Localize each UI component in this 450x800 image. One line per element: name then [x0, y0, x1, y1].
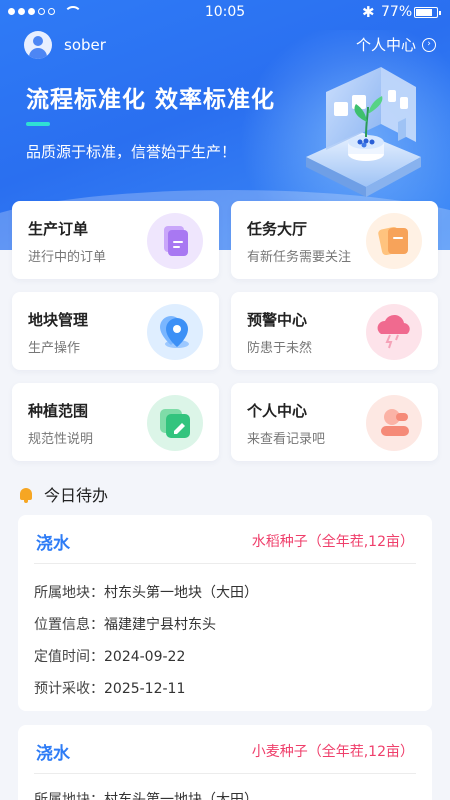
- menu-card-field-management[interactable]: 地块管理 生产操作: [12, 292, 219, 370]
- avatar[interactable]: [24, 31, 52, 59]
- todo-task-card[interactable]: 浇水 水稻种子（全年茬,12亩） 所属地块：村东头第一地块（大田） 位置信息：福…: [18, 515, 432, 711]
- task-planted-row: 定值时间：2024-09-22: [34, 649, 186, 665]
- username: sober: [64, 36, 106, 54]
- edit-note-icon: [147, 395, 203, 451]
- card-subtitle: 规范性说明: [28, 432, 94, 447]
- menu-card-task-hall[interactable]: 任务大厅 有新任务需要关注: [231, 201, 438, 279]
- card-subtitle: 有新任务需要关注: [247, 250, 352, 265]
- isometric-lab-illustration: [306, 67, 421, 197]
- order-icon: [147, 213, 203, 269]
- card-title: 个人中心: [247, 402, 308, 420]
- user-icon: [366, 395, 422, 451]
- card-title: 生产订单: [28, 220, 89, 238]
- personal-center-link[interactable]: 个人中心 ›: [356, 34, 436, 55]
- slogan: 品质源于标准，信誉始于生产！: [26, 143, 237, 161]
- card-title: 任务大厅: [247, 220, 308, 238]
- task-name: 浇水: [36, 534, 70, 554]
- menu-card-warning-center[interactable]: 预警中心 防患于未然: [231, 292, 438, 370]
- card-title: 预警中心: [247, 311, 308, 329]
- battery-icon: [414, 7, 441, 18]
- task-seed: 小麦种子（全年茬,12亩）: [251, 744, 414, 760]
- status-bar: 10:05 ✱ 77%: [0, 0, 450, 26]
- cloud-alert-icon: [366, 304, 422, 360]
- headline-accent: [26, 122, 50, 126]
- card-title: 种植范围: [28, 402, 89, 420]
- task-seed: 水稻种子（全年茬,12亩）: [251, 534, 414, 550]
- task-harvest-row: 预计采收：2025-12-11: [34, 681, 186, 697]
- card-subtitle: 来查看记录吧: [247, 432, 326, 447]
- todo-task-card[interactable]: 浇水 小麦种子（全年茬,12亩） 所属地块：村东头第一地块（大田）: [18, 725, 432, 800]
- task-name: 浇水: [36, 744, 70, 764]
- menu-card-personal-center[interactable]: 个人中心 来查看记录吧: [231, 383, 438, 461]
- menu-card-planting-scope[interactable]: 种植范围 规范性说明: [12, 383, 219, 461]
- bell-icon: [18, 486, 34, 503]
- todo-title: 今日待办: [44, 486, 109, 505]
- card-subtitle: 进行中的订单: [28, 250, 107, 265]
- card-subtitle: 防患于未然: [247, 341, 313, 356]
- task-divider: [34, 773, 416, 774]
- task-divider: [34, 563, 416, 564]
- task-icon: [366, 213, 422, 269]
- menu-card-production-order[interactable]: 生产订单 进行中的订单: [12, 201, 219, 279]
- chevron-right-icon: ›: [422, 37, 436, 52]
- location-pin-icon: [147, 304, 203, 360]
- page-headline: 流程标准化 效率标准化: [26, 87, 276, 113]
- task-location-row: 位置信息：福建建宁县村东头: [34, 617, 216, 633]
- user-row[interactable]: sober: [24, 31, 106, 59]
- todo-section-header: 今日待办: [18, 482, 108, 506]
- task-field-row: 所属地块：村东头第一地块（大田）: [34, 792, 258, 800]
- card-subtitle: 生产操作: [28, 341, 81, 356]
- battery-percent: 77%: [381, 4, 413, 20]
- task-field-row: 所属地块：村东头第一地块（大田）: [34, 585, 258, 601]
- personal-center-label: 个人中心: [355, 36, 416, 54]
- bluetooth-icon: ✱: [362, 3, 375, 21]
- card-title: 地块管理: [28, 311, 89, 329]
